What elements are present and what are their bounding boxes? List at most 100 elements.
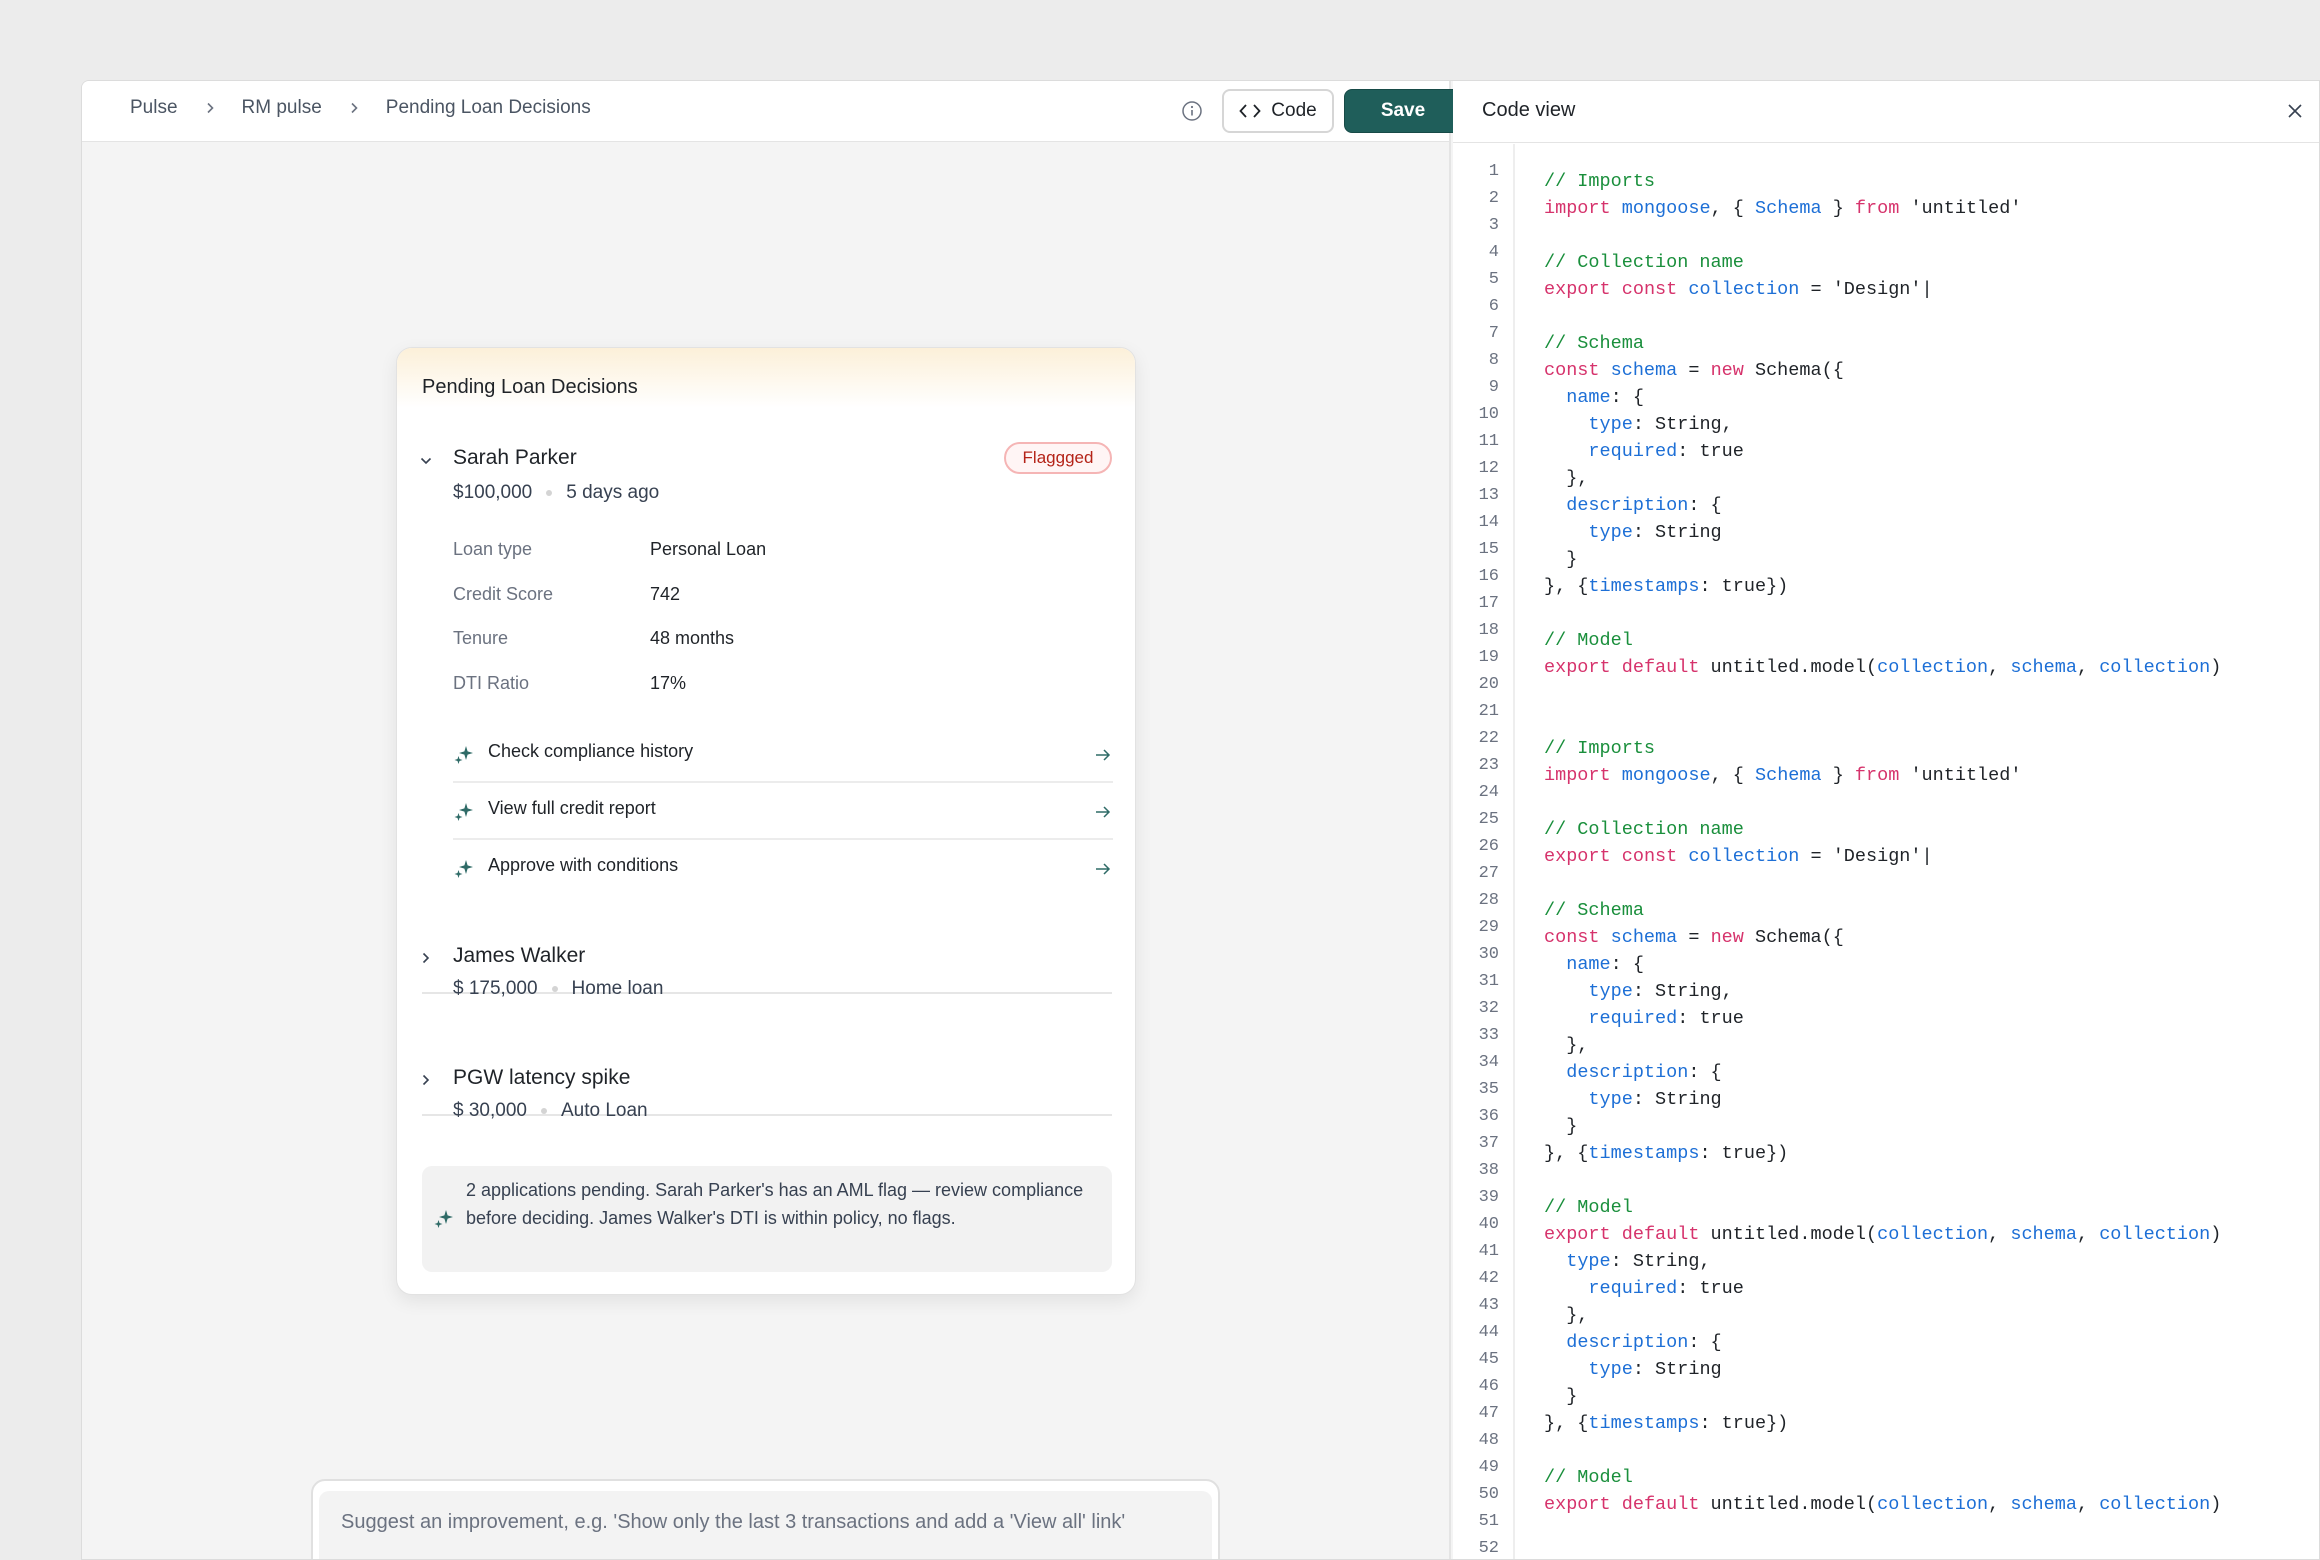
code-view-header: Code view	[1453, 81, 2319, 143]
code-token: },	[1544, 1035, 1589, 1056]
code-token: description	[1566, 495, 1689, 516]
chevron-right-icon[interactable]	[419, 1073, 433, 1087]
applicant-meta: $ 30,000 Auto Loan	[453, 1100, 648, 1122]
line-number: 14	[1478, 513, 1499, 532]
code-token: // Imports	[1544, 738, 1656, 759]
line-number: 36	[1478, 1107, 1499, 1126]
code-line: type: String,	[1544, 414, 1733, 435]
applicant-name[interactable]: Sarah Parker	[453, 446, 577, 470]
code-line: }, {timestamps: true})	[1544, 576, 1788, 597]
code-line: name: {	[1544, 387, 1644, 408]
code-line: const schema = new Schema({	[1544, 927, 1844, 948]
breadcrumb: Pulse RM pulse Pending Loan Decisions	[130, 97, 591, 119]
line-number: 15	[1478, 540, 1499, 559]
code-token: export	[1544, 657, 1611, 678]
code-token: // Imports	[1544, 171, 1656, 192]
info-icon[interactable]	[1181, 100, 1203, 122]
code-token: export	[1544, 846, 1611, 867]
save-button[interactable]: Save	[1344, 89, 1462, 133]
applicant-name[interactable]: James Walker	[453, 944, 585, 968]
code-token: export	[1544, 1494, 1611, 1515]
suggestion-input[interactable]: Suggest an improvement, e.g. 'Show only …	[319, 1491, 1212, 1559]
code-token: // Collection name	[1544, 819, 1744, 840]
code-token: timestamps	[1588, 1413, 1700, 1434]
preview-pane: Pulse RM pulse Pending Loan Decisions Co…	[82, 81, 1462, 1559]
code-line: export const collection = 'Design'|	[1544, 279, 1933, 300]
code-token: : true})	[1699, 1143, 1789, 1164]
code-token: }	[1821, 198, 1855, 219]
close-icon[interactable]	[2285, 101, 2305, 121]
code-token: default	[1621, 657, 1700, 678]
line-number: 16	[1478, 567, 1499, 586]
code-token: collection	[2099, 1224, 2211, 1245]
code-token: from	[1854, 198, 1900, 219]
field-value: 48 months	[650, 628, 735, 648]
line-number: 51	[1478, 1512, 1499, 1531]
action-label: Approve with conditions	[488, 855, 679, 875]
line-number: 24	[1478, 783, 1499, 802]
line-number: 34	[1478, 1053, 1499, 1072]
code-token: : true})	[1699, 576, 1789, 597]
code-line: }	[1544, 1386, 1577, 1407]
code-token: : true	[1677, 441, 1744, 462]
code-token: =	[1677, 360, 1711, 381]
line-number: 17	[1478, 594, 1499, 613]
field-value: Personal Loan	[650, 539, 767, 559]
code-token: = 'Design'|	[1799, 846, 1933, 867]
code-token: },	[1544, 468, 1589, 489]
code-token: required	[1588, 441, 1678, 462]
code-line: description: {	[1544, 1332, 1721, 1353]
line-number: 5	[1488, 270, 1499, 289]
code-token: : String	[1632, 522, 1722, 543]
code-line: type: String,	[1544, 981, 1733, 1002]
code-line: // Model	[1544, 1467, 1633, 1488]
applicant-name[interactable]: PGW latency spike	[453, 1066, 630, 1090]
code-token: description	[1566, 1062, 1689, 1083]
code-token: )	[2210, 1494, 2222, 1515]
top-toolbar: Pulse RM pulse Pending Loan Decisions Co…	[82, 81, 1462, 142]
code-button[interactable]: Code	[1222, 89, 1334, 133]
code-token: collection	[1688, 846, 1800, 867]
code-token: // Collection name	[1544, 252, 1744, 273]
code-token: export	[1544, 279, 1611, 300]
code-token: ,	[1988, 1494, 2011, 1515]
code-token: = 'Design'|	[1799, 279, 1933, 300]
separator-dot	[546, 490, 553, 496]
code-editor[interactable]: 1 2 3 4 5 6 7 8 9 10 11 12 13 14 15 16 17 18 19 20 21 22 23 24 2…	[1453, 144, 2319, 1559]
action-view-credit-report[interactable]: View full credit report	[453, 784, 1113, 840]
code-token: collection	[2099, 1494, 2211, 1515]
loan-detail: Home loan	[571, 978, 664, 999]
line-number: 11	[1478, 432, 1499, 451]
code-token: : String,	[1632, 414, 1733, 435]
action-approve-with-conditions[interactable]: Approve with conditions	[453, 841, 1113, 897]
breadcrumb-pulse[interactable]: Pulse	[130, 97, 178, 119]
chevron-down-icon[interactable]	[419, 454, 433, 468]
code-token: required	[1588, 1008, 1678, 1029]
code-token: const	[1621, 846, 1678, 867]
field-label: DTI Ratio	[453, 673, 530, 693]
code-token: : String,	[1632, 981, 1733, 1002]
code-token: : true	[1677, 1278, 1744, 1299]
line-number: 1	[1488, 162, 1499, 181]
code-token: , {	[1710, 198, 1755, 219]
code-token: },	[1544, 1305, 1589, 1326]
code-token: )	[2210, 657, 2222, 678]
chevron-right-icon	[178, 102, 242, 114]
line-number: 2	[1488, 189, 1499, 208]
field-label: Tenure	[453, 628, 509, 648]
action-check-compliance[interactable]: Check compliance history	[453, 727, 1113, 783]
code-token: }	[1544, 1386, 1578, 1407]
breadcrumb-rm-pulse[interactable]: RM pulse	[242, 97, 322, 119]
chevron-right-icon[interactable]	[419, 951, 433, 965]
line-number: 33	[1478, 1026, 1499, 1045]
code-token: }	[1544, 549, 1578, 570]
line-number: 21	[1478, 702, 1499, 721]
code-line: // Imports	[1544, 738, 1655, 759]
